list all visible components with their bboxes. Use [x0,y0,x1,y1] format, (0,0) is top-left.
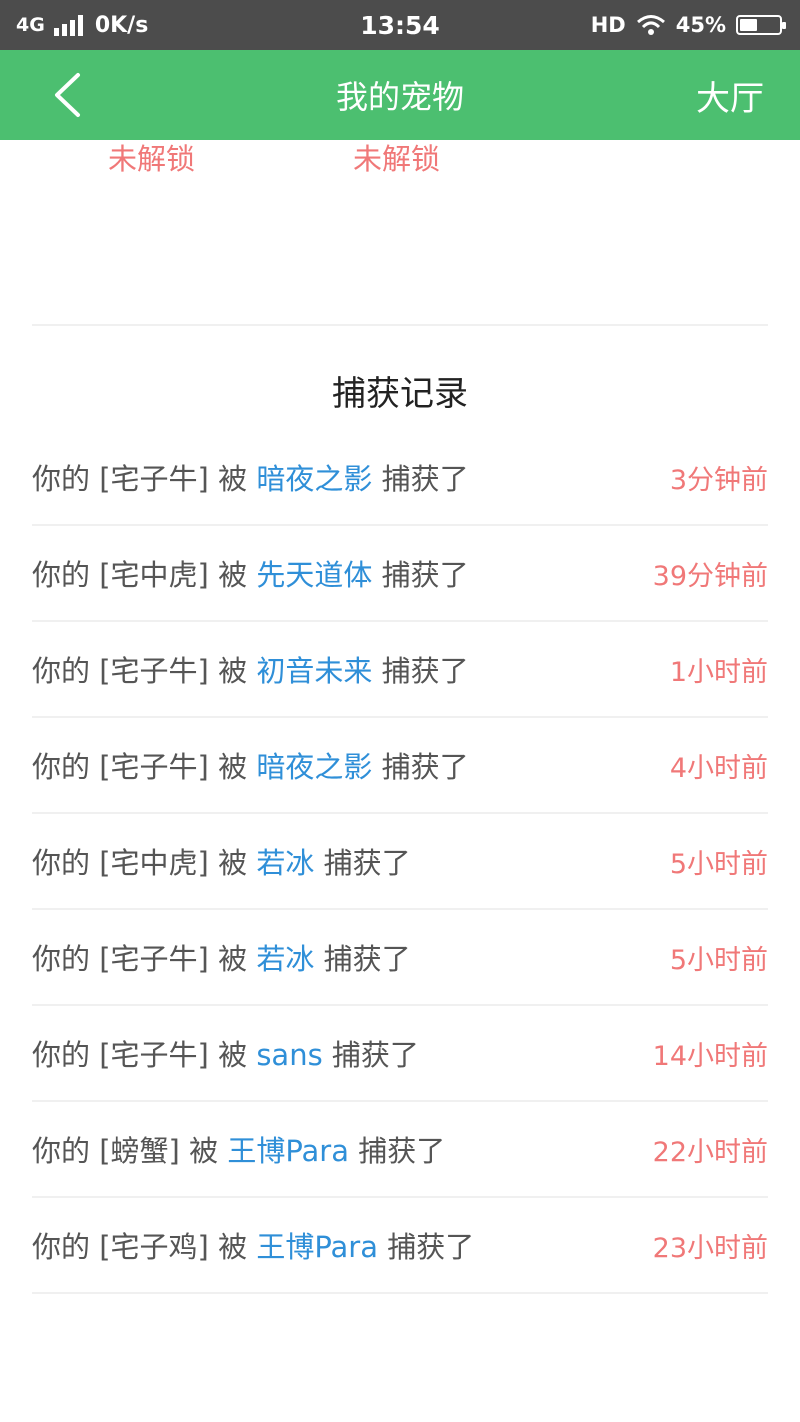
record-time: 23小时前 [652,1232,768,1264]
record-row: 你的 [宅子牛] 被 暗夜之影 捕获了 3分钟前 [32,430,768,526]
locked-label-2: 未解锁 [353,142,441,176]
record-text: 你的 [宅子牛] 被 暗夜之影 捕获了 [32,750,469,784]
record-text: 你的 [螃蟹] 被 王博Para 捕获了 [32,1134,446,1168]
catcher-name[interactable]: 先天道体 [256,558,372,592]
record-row: 你的 [宅中虎] 被 先天道体 捕获了 39分钟前 [32,526,768,622]
record-time: 22小时前 [652,1136,768,1168]
record-text: 你的 [宅子鸡] 被 王博Para 捕获了 [32,1230,475,1264]
catcher-name[interactable]: 王博Para [227,1134,349,1168]
catcher-name[interactable]: 初音未来 [256,654,372,688]
record-time: 1小时前 [669,656,768,688]
nav-bar: 我的宠物 大厅 [0,50,800,140]
record-time: 5小时前 [669,848,768,880]
record-text: 你的 [宅子牛] 被 初音未来 捕获了 [32,654,469,688]
status-bar: 4G 0K/s 13:54 HD 45% [0,0,800,50]
records-title: 捕获记录 [332,373,468,414]
hd-indicator: HD [590,13,626,37]
record-text: 你的 [宅子牛] 被 若冰 捕获了 [32,942,411,976]
record-time: 14小时前 [652,1040,768,1072]
catcher-name[interactable]: 王博Para [256,1230,378,1264]
wifi-icon [636,15,665,35]
record-row: 你的 [宅子牛] 被 初音未来 捕获了 1小时前 [32,622,768,718]
records-list: 你的 [宅子牛] 被 暗夜之影 捕获了 3分钟前 你的 [宅中虎] 被 先天道体… [32,430,768,1294]
record-time: 5小时前 [669,944,768,976]
record-row: 你的 [螃蟹] 被 王博Para 捕获了 22小时前 [32,1102,768,1198]
record-row: 你的 [宅子牛] 被 若冰 捕获了 5小时前 [32,910,768,1006]
hall-button[interactable]: 大厅 [696,50,764,140]
record-row: 你的 [宅子牛] 被 暗夜之影 捕获了 4小时前 [32,718,768,814]
page-title: 我的宠物 [335,78,464,116]
catcher-name[interactable]: 暗夜之影 [256,750,372,784]
record-text: 你的 [宅中虎] 被 若冰 捕获了 [32,846,411,880]
record-row: 你的 [宅中虎] 被 若冰 捕获了 5小时前 [32,814,768,910]
record-text: 你的 [宅子牛] 被 sans 捕获了 [32,1038,419,1072]
record-text: 你的 [宅子牛] 被 暗夜之影 捕获了 [32,462,469,496]
record-time: 4小时前 [669,752,768,784]
section-divider [32,324,768,326]
record-row: 你的 [宅子鸡] 被 王博Para 捕获了 23小时前 [32,1198,768,1294]
catcher-name[interactable]: sans [256,1038,322,1072]
battery-fill [740,19,757,31]
battery-icon [736,15,786,35]
record-time: 3分钟前 [669,464,768,496]
battery-percent: 45% [675,13,726,37]
record-row: 你的 [宅子牛] 被 sans 捕获了 14小时前 [32,1006,768,1102]
record-text: 你的 [宅中虎] 被 先天道体 捕获了 [32,558,469,592]
catcher-name[interactable]: 若冰 [256,942,314,976]
catcher-name[interactable]: 若冰 [256,846,314,880]
catcher-name[interactable]: 暗夜之影 [256,462,372,496]
status-right: HD 45% [590,0,786,50]
locked-label-1: 未解锁 [108,142,196,176]
record-time: 39分钟前 [652,560,768,592]
